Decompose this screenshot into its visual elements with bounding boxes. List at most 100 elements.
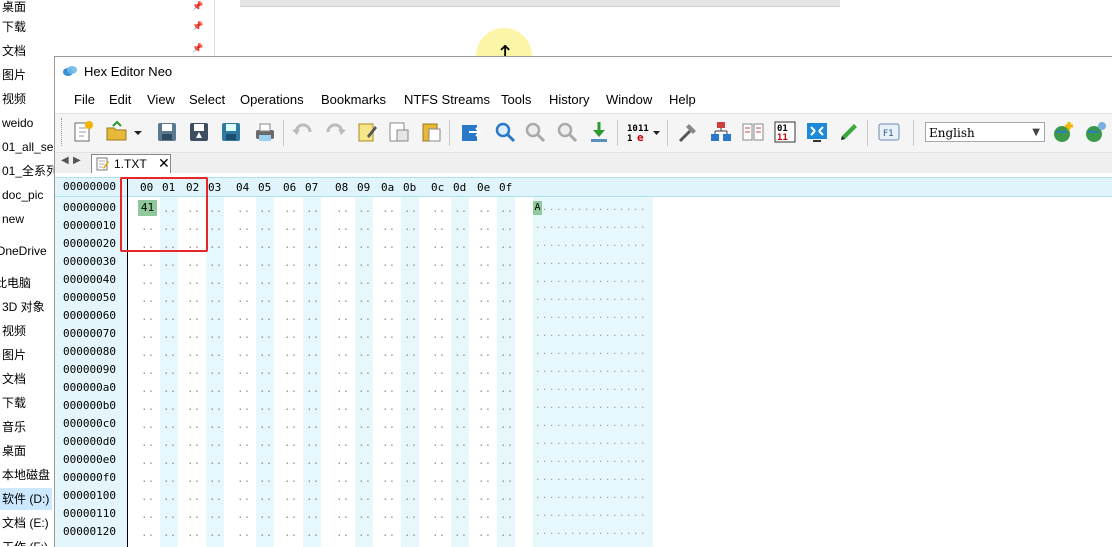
- hex-cell[interactable]: ..: [306, 436, 319, 449]
- paste-icon[interactable]: [419, 120, 443, 144]
- hex-cell[interactable]: ..: [336, 508, 349, 521]
- menu-help[interactable]: Help: [669, 92, 696, 107]
- open-file-icon[interactable]: [105, 120, 129, 144]
- text-char[interactable]: .: [598, 203, 603, 213]
- text-char[interactable]: .: [598, 491, 603, 501]
- text-char[interactable]: .: [570, 257, 575, 267]
- text-char[interactable]: .: [605, 293, 610, 303]
- text-char[interactable]: .: [626, 329, 631, 339]
- compare-icon[interactable]: [741, 120, 765, 144]
- hex-cell[interactable]: ..: [358, 418, 371, 431]
- text-char[interactable]: .: [570, 275, 575, 285]
- text-char[interactable]: .: [626, 203, 631, 213]
- text-char[interactable]: .: [640, 329, 645, 339]
- text-char[interactable]: .: [570, 401, 575, 411]
- text-char[interactable]: .: [605, 239, 610, 249]
- hex-cell[interactable]: ..: [259, 346, 272, 359]
- text-char[interactable]: .: [633, 455, 638, 465]
- hex-cell[interactable]: ..: [284, 220, 297, 233]
- hex-cell[interactable]: ..: [163, 508, 176, 521]
- text-char[interactable]: .: [584, 257, 589, 267]
- hex-cell[interactable]: ..: [454, 238, 467, 251]
- column-label[interactable]: 0f: [499, 181, 512, 194]
- hex-cell[interactable]: ..: [358, 256, 371, 269]
- text-char[interactable]: .: [563, 275, 568, 285]
- text-char[interactable]: .: [542, 311, 547, 321]
- language-select[interactable]: English ▼: [925, 122, 1045, 142]
- hex-cell[interactable]: ..: [284, 508, 297, 521]
- hex-cell[interactable]: ..: [454, 202, 467, 215]
- add-language-icon[interactable]: [1051, 120, 1075, 144]
- hex-cell[interactable]: ..: [237, 526, 250, 539]
- hex-cell[interactable]: ..: [478, 508, 491, 521]
- language-settings-icon[interactable]: [1083, 120, 1107, 144]
- hex-cell[interactable]: ..: [336, 454, 349, 467]
- text-char[interactable]: .: [619, 239, 624, 249]
- hex-cell[interactable]: ..: [336, 202, 349, 215]
- hex-cell[interactable]: ..: [336, 436, 349, 449]
- hex-cell[interactable]: ..: [306, 346, 319, 359]
- hex-cell[interactable]: ..: [284, 256, 297, 269]
- hex-cell[interactable]: ..: [336, 274, 349, 287]
- text-char[interactable]: .: [640, 239, 645, 249]
- hex-cell[interactable]: ..: [500, 364, 513, 377]
- text-char[interactable]: .: [605, 401, 610, 411]
- hex-cell[interactable]: ..: [141, 472, 154, 485]
- hex-cell[interactable]: ..: [478, 310, 491, 323]
- hex-cell[interactable]: ..: [284, 454, 297, 467]
- text-char[interactable]: .: [570, 311, 575, 321]
- hex-cell[interactable]: ..: [284, 238, 297, 251]
- text-char[interactable]: .: [591, 203, 596, 213]
- text-char[interactable]: .: [633, 347, 638, 357]
- sidebar-item[interactable]: 文档: [2, 368, 26, 390]
- text-char[interactable]: .: [612, 401, 617, 411]
- hex-cell[interactable]: ..: [478, 202, 491, 215]
- sidebar-item[interactable]: 视频: [2, 88, 26, 110]
- text-char[interactable]: .: [563, 239, 568, 249]
- text-char[interactable]: .: [584, 455, 589, 465]
- menu-history[interactable]: History: [549, 92, 589, 107]
- hex-cell[interactable]: ..: [163, 400, 176, 413]
- hex-cell[interactable]: ..: [358, 472, 371, 485]
- sidebar-item[interactable]: 音乐: [2, 416, 26, 438]
- text-char[interactable]: .: [563, 293, 568, 303]
- text-char[interactable]: .: [605, 527, 610, 537]
- text-char[interactable]: .: [612, 437, 617, 447]
- column-label[interactable]: 05: [258, 181, 271, 194]
- hex-cell[interactable]: ..: [382, 310, 395, 323]
- text-char[interactable]: .: [577, 383, 582, 393]
- text-char[interactable]: .: [570, 329, 575, 339]
- hex-cell[interactable]: ..: [432, 382, 445, 395]
- hex-cell[interactable]: ..: [432, 274, 445, 287]
- text-char[interactable]: .: [542, 239, 547, 249]
- column-label[interactable]: 0c: [431, 181, 444, 194]
- text-char[interactable]: .: [570, 527, 575, 537]
- hex-cell[interactable]: ..: [358, 310, 371, 323]
- hex-cell[interactable]: ..: [432, 436, 445, 449]
- print-icon[interactable]: [253, 120, 277, 144]
- hex-cell[interactable]: ..: [141, 346, 154, 359]
- text-char[interactable]: .: [549, 455, 554, 465]
- hex-cell[interactable]: ..: [209, 310, 222, 323]
- text-char[interactable]: .: [605, 455, 610, 465]
- text-char[interactable]: .: [591, 293, 596, 303]
- text-char[interactable]: .: [598, 383, 603, 393]
- hex-cell[interactable]: ..: [478, 220, 491, 233]
- text-char[interactable]: .: [549, 419, 554, 429]
- text-char[interactable]: .: [577, 527, 582, 537]
- sidebar-item[interactable]: 3D 对象: [2, 296, 45, 318]
- text-char[interactable]: .: [584, 473, 589, 483]
- text-char[interactable]: .: [598, 419, 603, 429]
- text-char[interactable]: .: [633, 401, 638, 411]
- text-char[interactable]: .: [570, 365, 575, 375]
- text-char[interactable]: .: [626, 491, 631, 501]
- hex-cell[interactable]: ..: [336, 220, 349, 233]
- text-char[interactable]: .: [605, 419, 610, 429]
- text-char[interactable]: .: [570, 293, 575, 303]
- row-offset[interactable]: 000000e0: [63, 453, 116, 466]
- text-char[interactable]: .: [640, 491, 645, 501]
- hex-cell[interactable]: ..: [284, 328, 297, 341]
- text-char[interactable]: .: [549, 509, 554, 519]
- hex-cell[interactable]: ..: [336, 364, 349, 377]
- text-char[interactable]: .: [556, 455, 561, 465]
